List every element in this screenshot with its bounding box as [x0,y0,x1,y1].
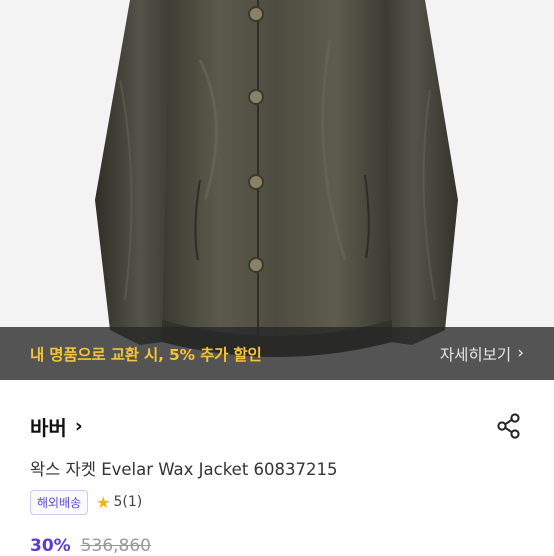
promo-banner[interactable]: 내 명품으로 교환 시, 5% 추가 할인 자세히보기 › [0,327,554,380]
share-icon[interactable] [494,411,524,441]
rating[interactable]: ★ 5(1) [96,493,142,512]
overseas-shipping-badge: 해외배송 [30,489,89,515]
price-row: 30% 536,860 [30,536,151,556]
brand-name: 바버 [30,415,67,440]
product-image[interactable]: 내 명품으로 교환 시, 5% 추가 할인 자세히보기 › [0,0,554,380]
product-tags: 해외배송 ★ 5(1) [30,488,142,516]
promo-message: 내 명품으로 교환 시, 5% 추가 할인 [30,345,262,364]
discount-rate: 30% [30,536,71,556]
brand-row: 바버 › [30,409,524,443]
brand-link[interactable]: 바버 › [30,412,83,441]
star-icon: ★ [96,492,111,512]
chevron-right-icon: › [517,343,524,363]
chevron-right-icon: › [74,415,83,437]
original-price: 536,860 [80,536,152,556]
product-title: 왁스 자켓 Evelar Wax Jacket 60837215 [30,460,338,479]
details-link[interactable]: 자세히보기 › [440,343,524,365]
details-link-label: 자세히보기 [439,345,512,364]
rating-value: 5(1) [113,494,143,510]
jacket-image [95,0,458,357]
